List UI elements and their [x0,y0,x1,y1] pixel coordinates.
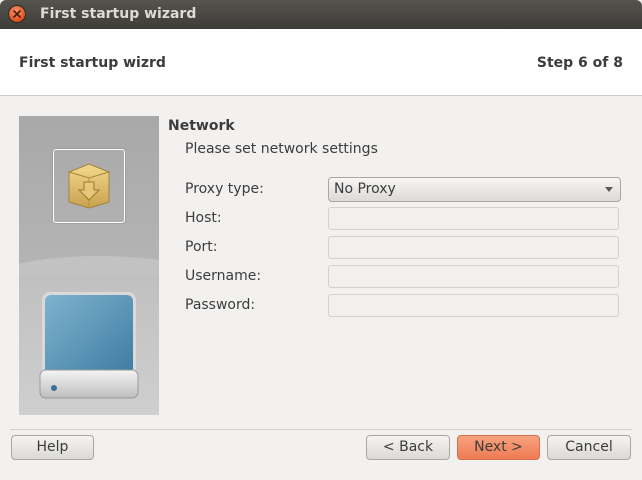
host-field[interactable] [328,207,619,230]
username-field[interactable] [328,265,619,288]
chevron-down-icon [605,187,613,192]
password-label: Password: [185,297,256,313]
footer-divider [10,429,632,430]
close-icon [13,10,21,18]
side-panel [19,116,159,415]
username-label: Username: [185,268,262,284]
step-indicator: Step 6 of 8 [536,55,623,71]
next-button[interactable]: Next > [457,435,540,460]
window-title: First startup wizard [40,6,197,22]
back-button[interactable]: < Back [366,435,450,460]
port-field[interactable] [328,236,619,259]
wizard-header: First startup wizrd Step 6 of 8 [0,29,642,96]
section-title: Network [168,118,235,134]
port-label: Port: [185,239,218,255]
cancel-button[interactable]: Cancel [547,435,631,460]
password-field[interactable] [328,294,619,317]
wizard-window: First startup wizard First startup wizrd… [0,0,642,480]
proxy-type-value: No Proxy [334,181,396,197]
page-title: First startup wizrd [19,55,166,71]
host-label: Host: [185,210,222,226]
hard-drive-icon [39,292,139,399]
proxy-type-select[interactable]: No Proxy [328,177,621,202]
help-button[interactable]: Help [11,435,94,460]
package-icon-frame [53,149,125,223]
title-bar: First startup wizard [0,0,642,29]
close-button[interactable] [9,6,25,22]
proxy-type-label: Proxy type: [185,181,264,197]
section-subtitle: Please set network settings [185,141,378,157]
package-icon [68,163,110,209]
